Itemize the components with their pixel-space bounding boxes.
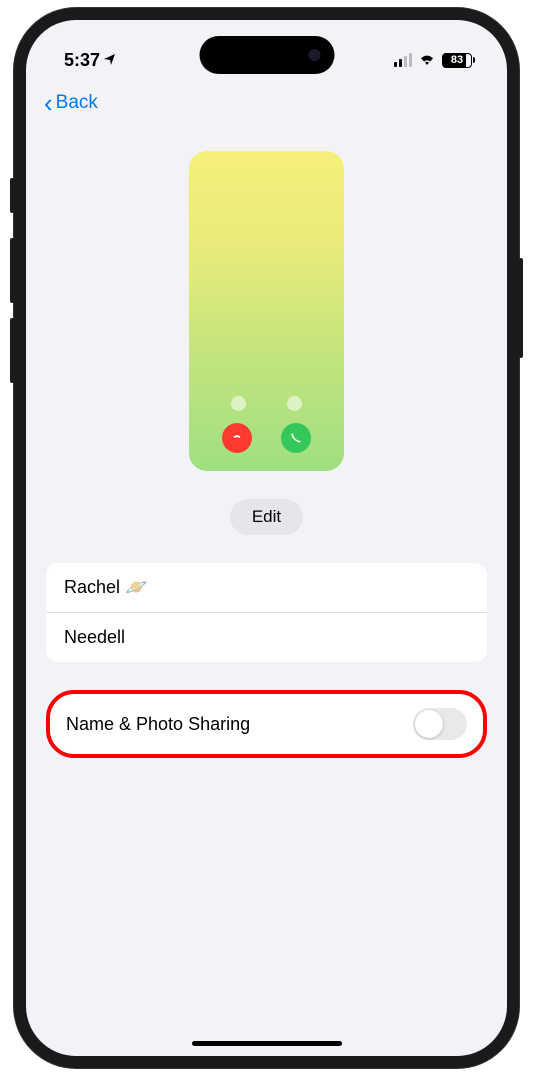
sharing-toggle[interactable] xyxy=(413,708,467,740)
name-card: Rachel 🪐 Needell xyxy=(46,563,487,662)
cellular-icon xyxy=(394,53,412,67)
location-icon xyxy=(104,52,116,68)
dynamic-island xyxy=(199,36,334,74)
sharing-label: Name & Photo Sharing xyxy=(66,714,250,735)
first-name-field[interactable]: Rachel 🪐 xyxy=(46,563,487,613)
toggle-knob xyxy=(415,710,443,738)
poster-small-icons xyxy=(189,396,344,411)
name-photo-sharing-row[interactable]: Name & Photo Sharing xyxy=(46,690,487,758)
status-left: 5:37 xyxy=(64,50,116,71)
side-button xyxy=(10,318,14,383)
wifi-icon xyxy=(418,50,436,71)
side-button xyxy=(10,178,14,213)
battery-icon: 83 xyxy=(442,53,475,68)
poster-call-buttons xyxy=(189,423,344,453)
side-button xyxy=(10,238,14,303)
reminder-icon xyxy=(231,396,246,411)
decline-call-icon xyxy=(222,423,252,453)
back-label: Back xyxy=(56,92,98,114)
edit-button[interactable]: Edit xyxy=(230,499,303,535)
contact-poster-preview[interactable] xyxy=(189,151,344,471)
phone-frame: 5:37 83 ‹ Back xyxy=(14,8,519,1068)
nav-bar: ‹ Back xyxy=(26,80,507,126)
status-time: 5:37 xyxy=(64,50,100,71)
accept-call-icon xyxy=(281,423,311,453)
status-right: 83 xyxy=(394,50,475,71)
message-icon xyxy=(287,396,302,411)
chevron-left-icon: ‹ xyxy=(44,90,53,116)
side-button xyxy=(519,258,523,358)
home-indicator[interactable] xyxy=(192,1041,342,1046)
battery-level: 83 xyxy=(442,53,472,68)
screen: 5:37 83 ‹ Back xyxy=(26,20,507,1056)
content: Edit Rachel 🪐 Needell Name & Photo Shari… xyxy=(26,126,507,768)
back-button[interactable]: ‹ Back xyxy=(44,90,98,116)
last-name-field[interactable]: Needell xyxy=(46,613,487,662)
